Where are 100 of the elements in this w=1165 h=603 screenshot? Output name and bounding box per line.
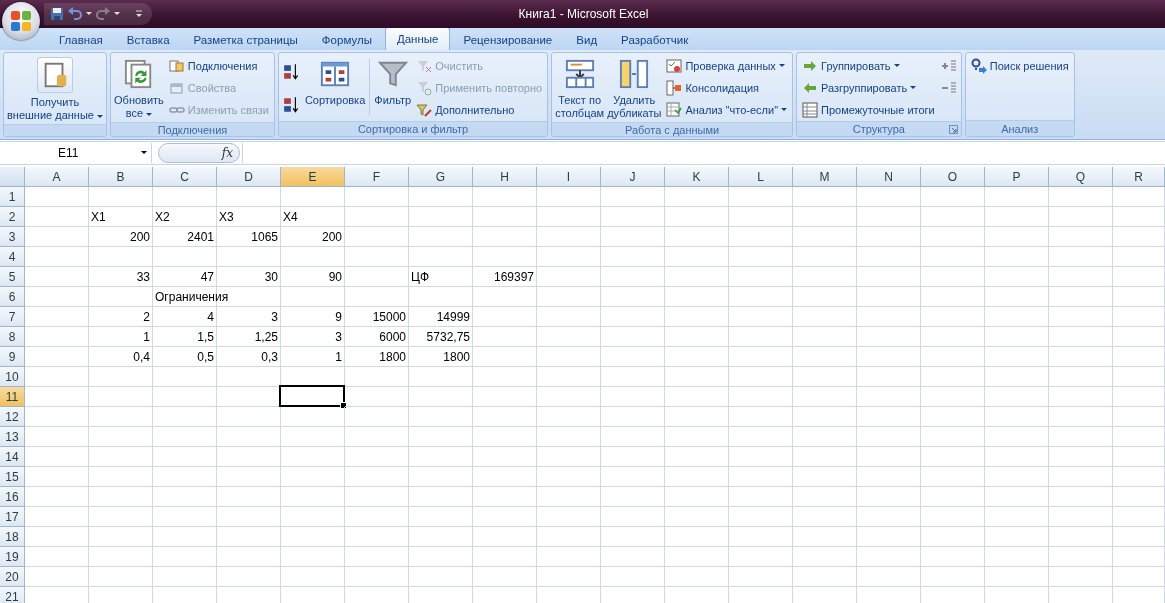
column-header[interactable]: L [729,167,793,187]
row-header[interactable]: 13 [0,427,25,447]
column-header[interactable]: F [345,167,409,187]
table-cell [985,527,1049,547]
ribbon-button[interactable]: Проверка данных [663,55,791,77]
column-header[interactable]: M [793,167,857,187]
table-cell [25,487,89,507]
column-header[interactable]: H [473,167,537,187]
column-header[interactable]: O [921,167,985,187]
row-header[interactable]: 1 [0,187,25,207]
row-header[interactable]: 17 [0,507,25,527]
table-cell [729,247,793,267]
column-header[interactable]: D [217,167,281,187]
ribbon-button[interactable]: Удалить дубликаты [606,55,663,122]
table-cell [985,267,1049,287]
table-cell [1049,307,1113,327]
row-header[interactable]: 16 [0,487,25,507]
row-header[interactable]: 2 [0,207,25,227]
ribbon-button[interactable]: Текст по столбцам [554,55,606,122]
table-cell [1049,187,1113,207]
cell-text: 200 [129,230,150,244]
table-cell [601,447,665,467]
row-header[interactable]: 15 [0,467,25,487]
table-cell [537,547,601,567]
column-header[interactable]: I [537,167,601,187]
table-cell [729,407,793,427]
table-cell [857,367,921,387]
column-header[interactable]: G [409,167,473,187]
insert-function-button[interactable]: fx [158,143,240,163]
column-header[interactable]: J [601,167,665,187]
dialog-launcher-icon[interactable] [948,125,958,134]
row-header[interactable]: 6 [0,287,25,307]
ribbon-tab[interactable]: Разметка страницы [182,29,309,50]
ribbon-button[interactable]: Анализ "что-если" [663,99,791,121]
column-header[interactable]: E [281,167,345,187]
ribbon-button[interactable]: Обновить все [113,55,165,122]
ribbon-tab[interactable]: Разработчик [610,29,700,50]
row-header[interactable]: 7 [0,307,25,327]
table-cell [985,367,1049,387]
column-header[interactable]: K [665,167,729,187]
caret-icon [86,12,92,16]
row-header[interactable]: 12 [0,407,25,427]
table-cell [921,487,985,507]
row-header[interactable]: 10 [0,367,25,387]
column-header[interactable]: Q [1049,167,1113,187]
table-cell [729,487,793,507]
office-button[interactable] [2,2,40,40]
table-cell [793,407,857,427]
redo-icon[interactable] [96,7,110,21]
column-header[interactable]: P [985,167,1049,187]
ribbon-button[interactable]: Промежуточные итоги [799,99,938,121]
ribbon-tab[interactable]: Данные [384,27,451,50]
row-header[interactable]: 18 [0,527,25,547]
row-header[interactable]: 20 [0,567,25,587]
ribbon-tab[interactable]: Главная [48,29,114,50]
table-cell [665,187,729,207]
table-cell [793,447,857,467]
column-header[interactable]: N [857,167,921,187]
row-header[interactable]: 5 [0,267,25,287]
ribbon-button[interactable]: Сортировка [303,55,367,121]
row-header[interactable]: 8 [0,327,25,347]
ribbon-button[interactable]: Разгруппировать [799,77,938,99]
row-header[interactable]: 11 [0,387,25,407]
table-cell [1113,567,1165,587]
ribbon-tab[interactable]: Рецензирование [452,29,564,50]
column-header[interactable]: R [1113,167,1165,187]
ribbon-button[interactable]: Поиск решения [967,55,1072,77]
table-cell [601,467,665,487]
column-header[interactable]: A [25,167,89,187]
column-header[interactable]: B [89,167,153,187]
customize-toolbar-icon[interactable] [134,9,144,19]
row-header[interactable]: 4 [0,247,25,267]
ribbon-button[interactable]: Дополнительно [413,99,546,121]
undo-icon[interactable] [68,7,82,21]
ribbon-button[interactable]: Подключения [165,55,272,77]
ribbon-button[interactable]: Консолидация [663,77,791,99]
row-header[interactable]: 21 [0,587,25,603]
ribbon-tab[interactable]: Вставка [115,29,181,50]
ribbon-button[interactable]: Группировать [799,55,938,77]
funnel-clear-icon [416,58,433,74]
row-header[interactable]: 9 [0,347,25,367]
table-cell [921,207,985,227]
ribbon-tab[interactable]: Вид [565,29,609,50]
row-header[interactable]: 3 [0,227,25,247]
table-cell [25,367,89,387]
table-cell [601,267,665,287]
ribbon-tab[interactable]: Формулы [310,29,383,50]
ribbon-button[interactable]: Получить внешние данные [6,55,105,124]
column-header[interactable]: C [153,167,217,187]
ribbon-button[interactable]: Фильтр [373,55,413,121]
row-header[interactable]: 14 [0,447,25,467]
subtotal-icon [802,102,819,118]
table-cell [857,347,921,367]
save-icon[interactable] [50,7,64,21]
cell-text: 5732,75 [426,330,470,344]
table-cell [473,187,537,207]
table-cell [537,507,601,527]
name-box[interactable]: E11 [0,143,152,163]
cell-text: 2 [143,310,150,324]
row-header[interactable]: 19 [0,547,25,567]
